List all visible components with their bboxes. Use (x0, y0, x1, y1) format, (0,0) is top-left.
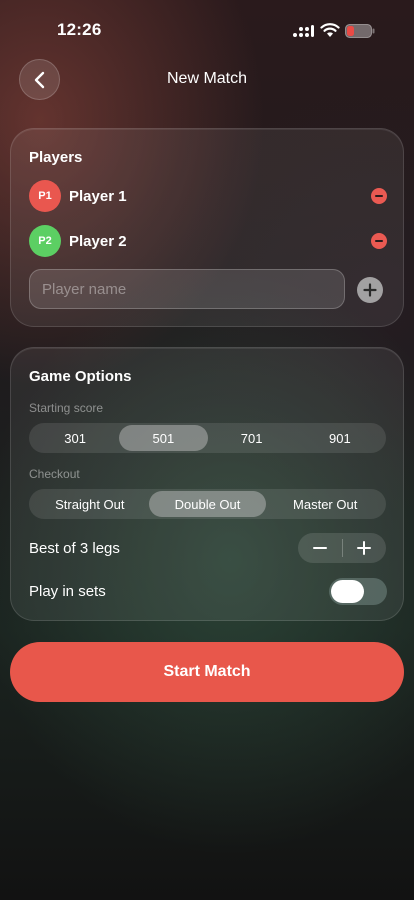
battery-icon (345, 24, 375, 38)
player-avatar: P2 (29, 225, 61, 257)
player-name-input[interactable] (29, 269, 345, 309)
remove-player-button[interactable] (371, 188, 387, 204)
status-time: 12:26 (57, 20, 102, 39)
segment-master-out[interactable]: Master Out (266, 491, 384, 517)
legs-label: Best of 3 legs (29, 540, 120, 557)
players-card: Players P1 Player 1 P2 Player 2 (10, 128, 404, 327)
legs-stepper (298, 533, 386, 563)
starting-score-label: Starting score (29, 401, 104, 415)
game-options-card: Game Options Starting score 301 501 701 … (10, 347, 404, 621)
starting-score-selector: 301 501 701 901 (29, 423, 386, 453)
player-row: P2 Player 2 (29, 225, 387, 257)
segment-701[interactable]: 701 (208, 425, 296, 451)
sets-label: Play in sets (29, 583, 106, 600)
cellular-signal-icon (293, 25, 314, 37)
plus-icon (363, 283, 377, 297)
toggle-knob (331, 580, 364, 603)
remove-player-button[interactable] (371, 233, 387, 249)
player-name: Player 2 (69, 232, 127, 250)
decrement-legs-button[interactable] (298, 533, 342, 563)
minus-icon (312, 547, 327, 549)
segment-straight-out[interactable]: Straight Out (31, 491, 149, 517)
segment-double-out[interactable]: Double Out (148, 491, 267, 517)
checkout-selector: Straight Out Double Out Master Out (29, 489, 386, 519)
minus-icon (375, 195, 383, 197)
player-row: P1 Player 1 (29, 180, 387, 212)
player-name: Player 1 (69, 187, 127, 205)
minus-icon (375, 240, 383, 242)
add-player-button[interactable] (357, 277, 383, 303)
segment-901[interactable]: 901 (296, 425, 384, 451)
wifi-icon (320, 23, 340, 37)
status-bar: 12:26 (0, 0, 414, 56)
player-avatar: P1 (29, 180, 61, 212)
players-title: Players (29, 149, 83, 166)
page-title: New Match (166, 70, 248, 87)
checkout-label: Checkout (29, 467, 80, 481)
increment-legs-button[interactable] (343, 533, 387, 563)
game-options-title: Game Options (29, 368, 132, 385)
plus-icon (357, 541, 372, 555)
segment-501[interactable]: 501 (119, 425, 208, 451)
play-in-sets-toggle[interactable] (329, 578, 387, 605)
start-match-button[interactable]: Start Match (10, 642, 404, 702)
segment-301[interactable]: 301 (31, 425, 119, 451)
